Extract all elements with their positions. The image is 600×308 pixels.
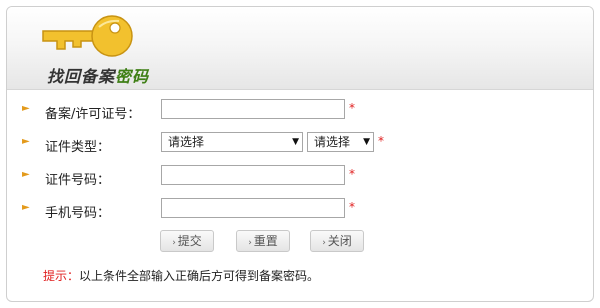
- bullet-icon: ►: [22, 202, 30, 213]
- hint-text: 提示：以上条件全部输入正确后方可得到备案密码。: [43, 267, 319, 284]
- reset-button-label: 重置: [253, 234, 278, 248]
- reset-button[interactable]: › 重置: [236, 230, 290, 252]
- arrow-right-icon: ›: [322, 238, 326, 248]
- required-mark: *: [378, 134, 384, 148]
- dropdown-arrow-icon: ▼: [362, 133, 370, 151]
- id-type-select-value: 请选择: [168, 135, 205, 149]
- bullet-icon: ►: [22, 136, 30, 147]
- id-number-label: 证件号码：: [45, 173, 111, 188]
- submit-button[interactable]: › 提交: [160, 230, 214, 252]
- arrow-right-icon: ›: [172, 238, 176, 248]
- required-mark: *: [349, 167, 355, 181]
- required-mark: *: [349, 200, 355, 214]
- id-subtype-select[interactable]: 请选择 ▼: [307, 132, 374, 152]
- phone-number-row: ► 手机号码： *: [7, 198, 593, 222]
- arrow-right-icon: ›: [248, 238, 252, 248]
- id-subtype-select-value: 请选择: [314, 135, 351, 149]
- close-button-label: 关闭: [327, 234, 352, 248]
- license-number-row: ► 备案/许可证号： *: [7, 99, 593, 123]
- id-number-row: ► 证件号码： *: [7, 165, 593, 189]
- bullet-icon: ►: [22, 169, 30, 180]
- phone-number-input[interactable]: [161, 198, 345, 218]
- id-type-row: ► 证件类型： 请选择 ▼ 请选择 ▼ *: [7, 132, 593, 156]
- hint-message: 以上条件全部输入正确后方可得到备案密码。: [79, 269, 320, 283]
- license-number-label: 备案/许可证号：: [45, 107, 141, 122]
- panel-header: 找回备案密码: [7, 7, 593, 90]
- hint-label: 提示：: [43, 269, 80, 283]
- bullet-icon: ►: [22, 103, 30, 114]
- id-type-label: 证件类型：: [45, 140, 111, 155]
- id-number-input[interactable]: [161, 165, 345, 185]
- submit-button-label: 提交: [177, 234, 202, 248]
- dropdown-arrow-icon: ▼: [292, 137, 299, 147]
- phone-number-label: 手机号码：: [45, 206, 111, 221]
- retrieve-password-panel: 找回备案密码 ► 备案/许可证号： * ► 证件类型： 请选择 ▼ 请选择 ▼ …: [6, 6, 594, 302]
- key-icon: [42, 15, 133, 57]
- page-title: 找回备案密码: [47, 67, 150, 86]
- required-mark: *: [349, 101, 355, 115]
- license-number-input[interactable]: [161, 99, 345, 119]
- close-button[interactable]: › 关闭: [310, 230, 364, 252]
- id-type-select[interactable]: 请选择 ▼: [161, 132, 303, 152]
